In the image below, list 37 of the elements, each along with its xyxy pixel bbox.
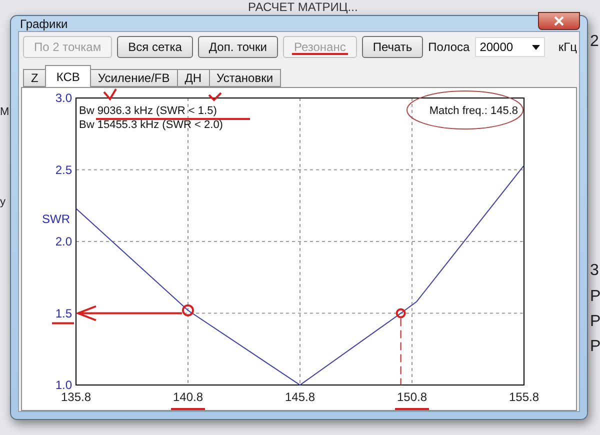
y-tick-label: 2.5	[55, 162, 72, 177]
tab[interactable]: Установки	[208, 69, 282, 87]
toolbar-button[interactable]: Вся сетка	[117, 36, 193, 58]
unit-label: кГц	[558, 40, 577, 54]
close-icon	[554, 16, 564, 26]
toolbar-button[interactable]: Печать	[362, 36, 424, 58]
background-text: 2	[590, 33, 599, 51]
toolbar-button[interactable]: Доп. точки	[198, 36, 278, 58]
background-text: Р	[590, 338, 600, 356]
bandwidth-text: Bw 15455.3 kHz (SWR < 2.0)	[79, 119, 223, 131]
x-tick-label: 135.8	[60, 390, 92, 404]
tab[interactable]: КСВ	[45, 65, 91, 87]
band-dropdown[interactable]: 20000	[474, 37, 546, 57]
background-text: 3	[590, 262, 599, 280]
close-button[interactable]	[538, 12, 580, 30]
background-text: М	[0, 106, 10, 118]
band-label: Полоса	[428, 40, 470, 54]
y-axis-label: SWR	[42, 212, 70, 226]
x-tick-label: 155.8	[508, 390, 540, 404]
match-frequency-text: Match freq.: 145.8	[429, 105, 518, 117]
bandwidth-text: Bw 9036.3 kHz (SWR < 1.5)	[79, 105, 217, 117]
tab[interactable]: ДН	[176, 69, 210, 87]
background-text: Р	[590, 288, 600, 306]
x-tick-label: 145.8	[284, 390, 316, 404]
x-tick-label: 140.8	[172, 390, 204, 404]
window-title: Графики	[19, 16, 68, 30]
background-text: у	[0, 196, 6, 208]
y-tick-label: 2.0	[55, 234, 72, 248]
y-tick-label: 1.0	[55, 378, 72, 392]
caret-icon	[532, 44, 540, 50]
y-tick-label: 3.0	[55, 91, 72, 105]
y-tick-label: 1.5	[55, 306, 72, 320]
background-text: Р	[590, 313, 600, 331]
x-tick-label: 150.8	[396, 390, 428, 404]
tab[interactable]: Z	[23, 69, 46, 87]
background-heading: РАСЧЕТ МАТРИЦ...	[248, 0, 358, 14]
tab[interactable]: Усиление/FB	[90, 69, 178, 87]
